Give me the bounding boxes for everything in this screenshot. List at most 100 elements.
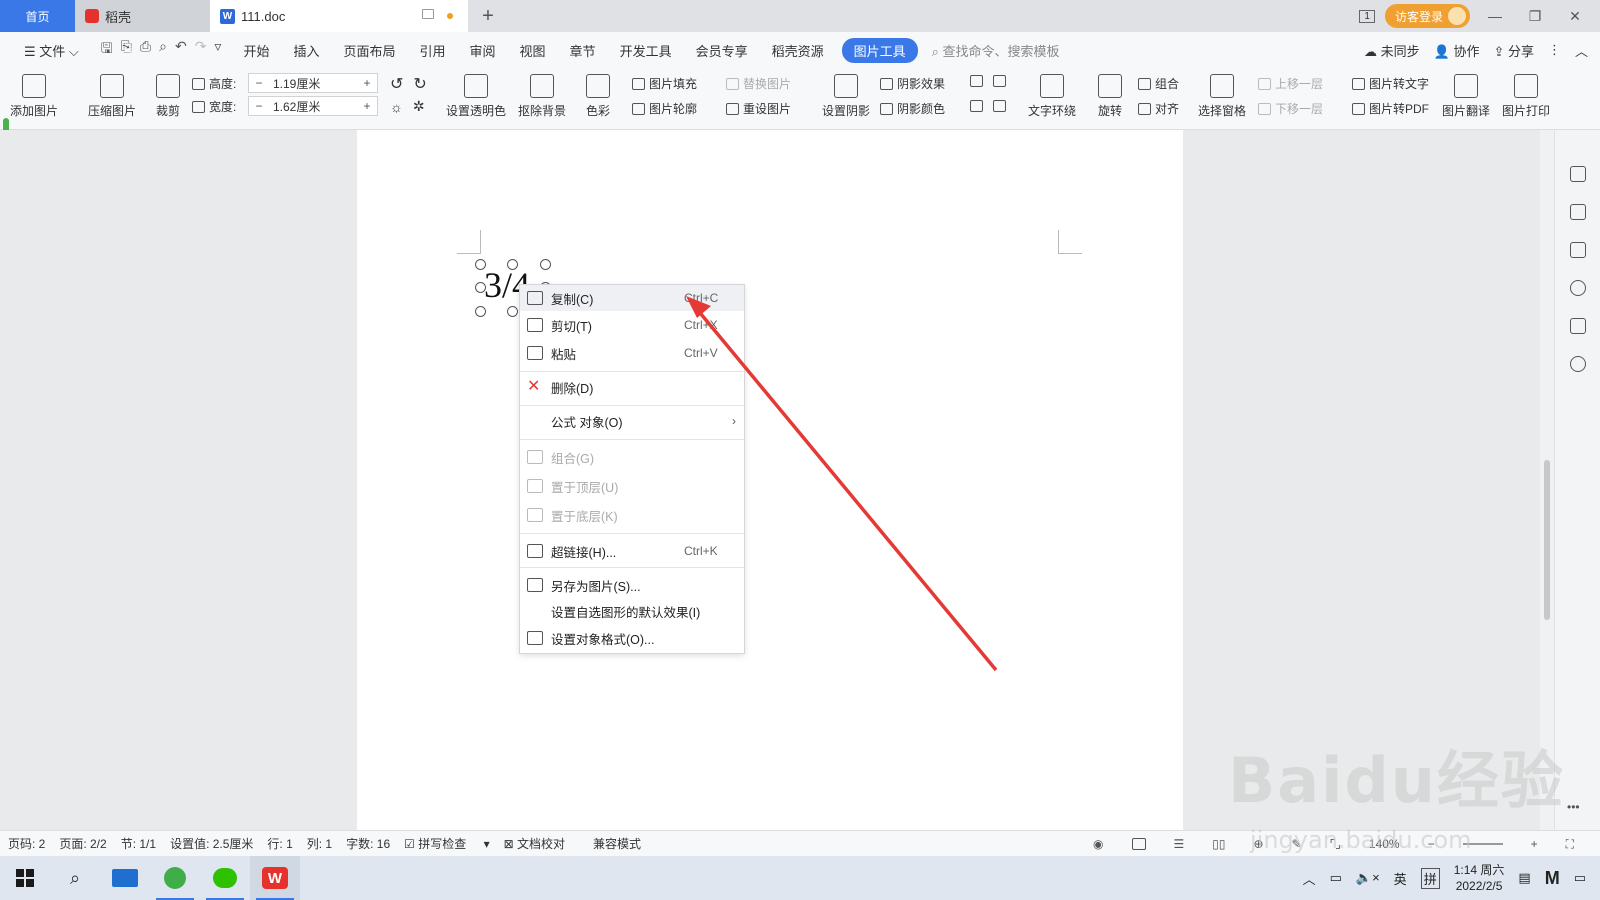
- window-count-badge[interactable]: 1: [1359, 9, 1375, 23]
- brightness-down-icon[interactable]: ✲: [413, 98, 425, 115]
- menu-copy[interactable]: 复制(C) Ctrl+C: [520, 285, 744, 311]
- menu-hyperlink[interactable]: 超链接(H)... Ctrl+K: [520, 538, 744, 564]
- menu-save-as-picture[interactable]: 另存为图片(S)...: [520, 572, 744, 598]
- monitor-icon[interactable]: [422, 9, 434, 19]
- menu-developer[interactable]: 开发工具: [608, 41, 684, 60]
- group-button[interactable]: 组合: [1138, 75, 1179, 92]
- visitor-login-button[interactable]: 访客登录: [1384, 4, 1470, 28]
- menu-page-layout[interactable]: 页面布局: [331, 41, 407, 60]
- rotate-right-icon[interactable]: ↻: [413, 74, 426, 94]
- text-wrap-button[interactable]: 文字环绕: [1028, 74, 1076, 119]
- mail-app[interactable]: [100, 856, 150, 900]
- width-decrease-button[interactable]: −: [249, 99, 269, 113]
- collapse-ribbon-icon[interactable]: ︿: [1575, 41, 1588, 60]
- menu-daoke-resources[interactable]: 稻壳资源: [760, 41, 836, 60]
- customize-icon[interactable]: ▿: [214, 38, 221, 62]
- menu-section[interactable]: 章节: [558, 41, 608, 60]
- send-backward-button[interactable]: 下移一层: [1258, 100, 1323, 117]
- status-section[interactable]: 节: 1/1: [121, 835, 156, 852]
- shadow-down-icon[interactable]: [993, 75, 1006, 87]
- resize-handle-bottom[interactable]: [507, 306, 518, 317]
- height-decrease-button[interactable]: −: [249, 76, 269, 90]
- eye-protection-icon[interactable]: ◉: [1093, 837, 1103, 851]
- close-icon[interactable]: ✕: [1560, 8, 1590, 25]
- resize-handle-top-right[interactable]: [540, 259, 551, 270]
- shadow-left-icon[interactable]: [970, 100, 983, 112]
- menu-format-object[interactable]: 设置对象格式(O)...: [520, 625, 744, 651]
- align-button[interactable]: 对齐: [1138, 100, 1179, 117]
- resize-handle-top[interactable]: [507, 259, 518, 270]
- resize-handle-left[interactable]: [475, 282, 486, 293]
- menu-member[interactable]: 会员专享: [684, 41, 760, 60]
- width-input[interactable]: −1.62厘米 +: [248, 96, 378, 116]
- menu-formula-object[interactable]: 公式 对象(O) ›: [520, 408, 744, 434]
- tray-expand-icon[interactable]: ︿: [1303, 869, 1316, 888]
- more-options-icon[interactable]: •••: [1567, 800, 1580, 814]
- export-icon[interactable]: ⎘: [121, 38, 132, 62]
- command-search[interactable]: ⌕ 查找命令、搜索模板: [932, 41, 1060, 60]
- menu-cut[interactable]: 剪切(T) Ctrl+X: [520, 312, 744, 338]
- set-shadow-button[interactable]: 设置阴影: [822, 74, 870, 119]
- search-taskbar-button[interactable]: ⌕: [50, 856, 100, 900]
- menu-group[interactable]: 组合(G): [520, 444, 744, 470]
- status-setting-value[interactable]: 设置值: 2.5厘米: [170, 835, 253, 852]
- ime-language[interactable]: 英: [1394, 869, 1407, 888]
- crop-button[interactable]: 裁剪: [156, 74, 180, 119]
- clock[interactable]: 1:14 周六 2022/2/5: [1454, 862, 1505, 894]
- picture-translate-button[interactable]: 图片翻译: [1442, 74, 1490, 119]
- file-menu[interactable]: ☰ 文件 ⌵: [12, 41, 91, 60]
- doc-proof-button[interactable]: ⊠ 文档校对: [504, 835, 579, 852]
- resize-handle-top-left[interactable]: [475, 259, 486, 270]
- menu-start[interactable]: 开始: [231, 41, 281, 60]
- shadow-up-icon[interactable]: [970, 75, 983, 87]
- height-input[interactable]: −1.19厘米 +: [248, 73, 378, 93]
- rotate-left-icon[interactable]: ↺: [390, 74, 403, 94]
- settings-sliders-icon[interactable]: [1570, 242, 1586, 258]
- redo-icon[interactable]: ↷: [195, 38, 207, 62]
- picture-fill-button[interactable]: 图片填充: [632, 75, 697, 92]
- undo-icon[interactable]: ↶: [175, 38, 187, 62]
- tab-document[interactable]: W 111.doc: [210, 0, 468, 32]
- unsync-button[interactable]: ☁ 未同步: [1364, 41, 1420, 60]
- preview-icon[interactable]: ⌕: [159, 38, 167, 62]
- tab-home[interactable]: 首页: [0, 0, 75, 32]
- shadow-effect-button[interactable]: 阴影效果: [880, 75, 945, 92]
- menu-view[interactable]: 视图: [508, 41, 558, 60]
- fullscreen-icon[interactable]: ⛶: [1566, 837, 1574, 852]
- menu-bring-to-front[interactable]: 置于顶层(U): [520, 473, 744, 499]
- browser-app[interactable]: [150, 856, 200, 900]
- replace-picture-button[interactable]: 替换图片: [726, 75, 791, 92]
- m-app-icon[interactable]: M: [1545, 868, 1560, 889]
- menu-paste[interactable]: 粘贴 Ctrl+V: [520, 340, 744, 366]
- status-word-count[interactable]: 字数: 16: [346, 835, 390, 852]
- shadow-color-button[interactable]: 阴影颜色: [880, 100, 945, 117]
- menu-send-to-back[interactable]: 置于底层(K): [520, 502, 744, 528]
- tab-daoke[interactable]: 稻壳: [75, 0, 210, 32]
- share-button[interactable]: ⇪ 分享: [1493, 41, 1534, 60]
- wps-app[interactable]: W: [250, 856, 300, 900]
- collab-button[interactable]: 👤 协作: [1434, 41, 1480, 60]
- location-icon[interactable]: [1570, 356, 1586, 372]
- height-increase-button[interactable]: +: [357, 76, 377, 90]
- volume-muted-icon[interactable]: 🔈×: [1356, 870, 1380, 886]
- minimize-icon[interactable]: —: [1480, 8, 1510, 24]
- zoom-in-icon[interactable]: +: [1531, 837, 1538, 851]
- battery-icon[interactable]: ▭: [1330, 870, 1342, 886]
- new-tab-button[interactable]: +: [468, 0, 508, 32]
- notification-icon[interactable]: ▭: [1574, 870, 1586, 886]
- spell-check-button[interactable]: ☑ 拼写检查 ▾: [404, 835, 489, 852]
- restore-icon[interactable]: ❐: [1520, 8, 1550, 25]
- page-view-icon[interactable]: [1131, 838, 1146, 850]
- set-transparent-button[interactable]: 设置透明色: [446, 74, 506, 119]
- selection-pane-button[interactable]: 选择窗格: [1198, 74, 1246, 119]
- bring-forward-button[interactable]: 上移一层: [1258, 75, 1323, 92]
- ime-mode[interactable]: 拼: [1420, 867, 1440, 889]
- picture-print-button[interactable]: 图片打印: [1502, 74, 1550, 119]
- width-increase-button[interactable]: +: [357, 99, 377, 113]
- start-button[interactable]: [0, 856, 50, 900]
- color-button[interactable]: 色彩: [586, 74, 610, 119]
- wechat-app[interactable]: [200, 856, 250, 900]
- select-cursor-icon[interactable]: [1570, 204, 1586, 220]
- outline-view-icon[interactable]: ☰: [1174, 837, 1185, 851]
- picture-outline-button[interactable]: 图片轮廓: [632, 100, 697, 117]
